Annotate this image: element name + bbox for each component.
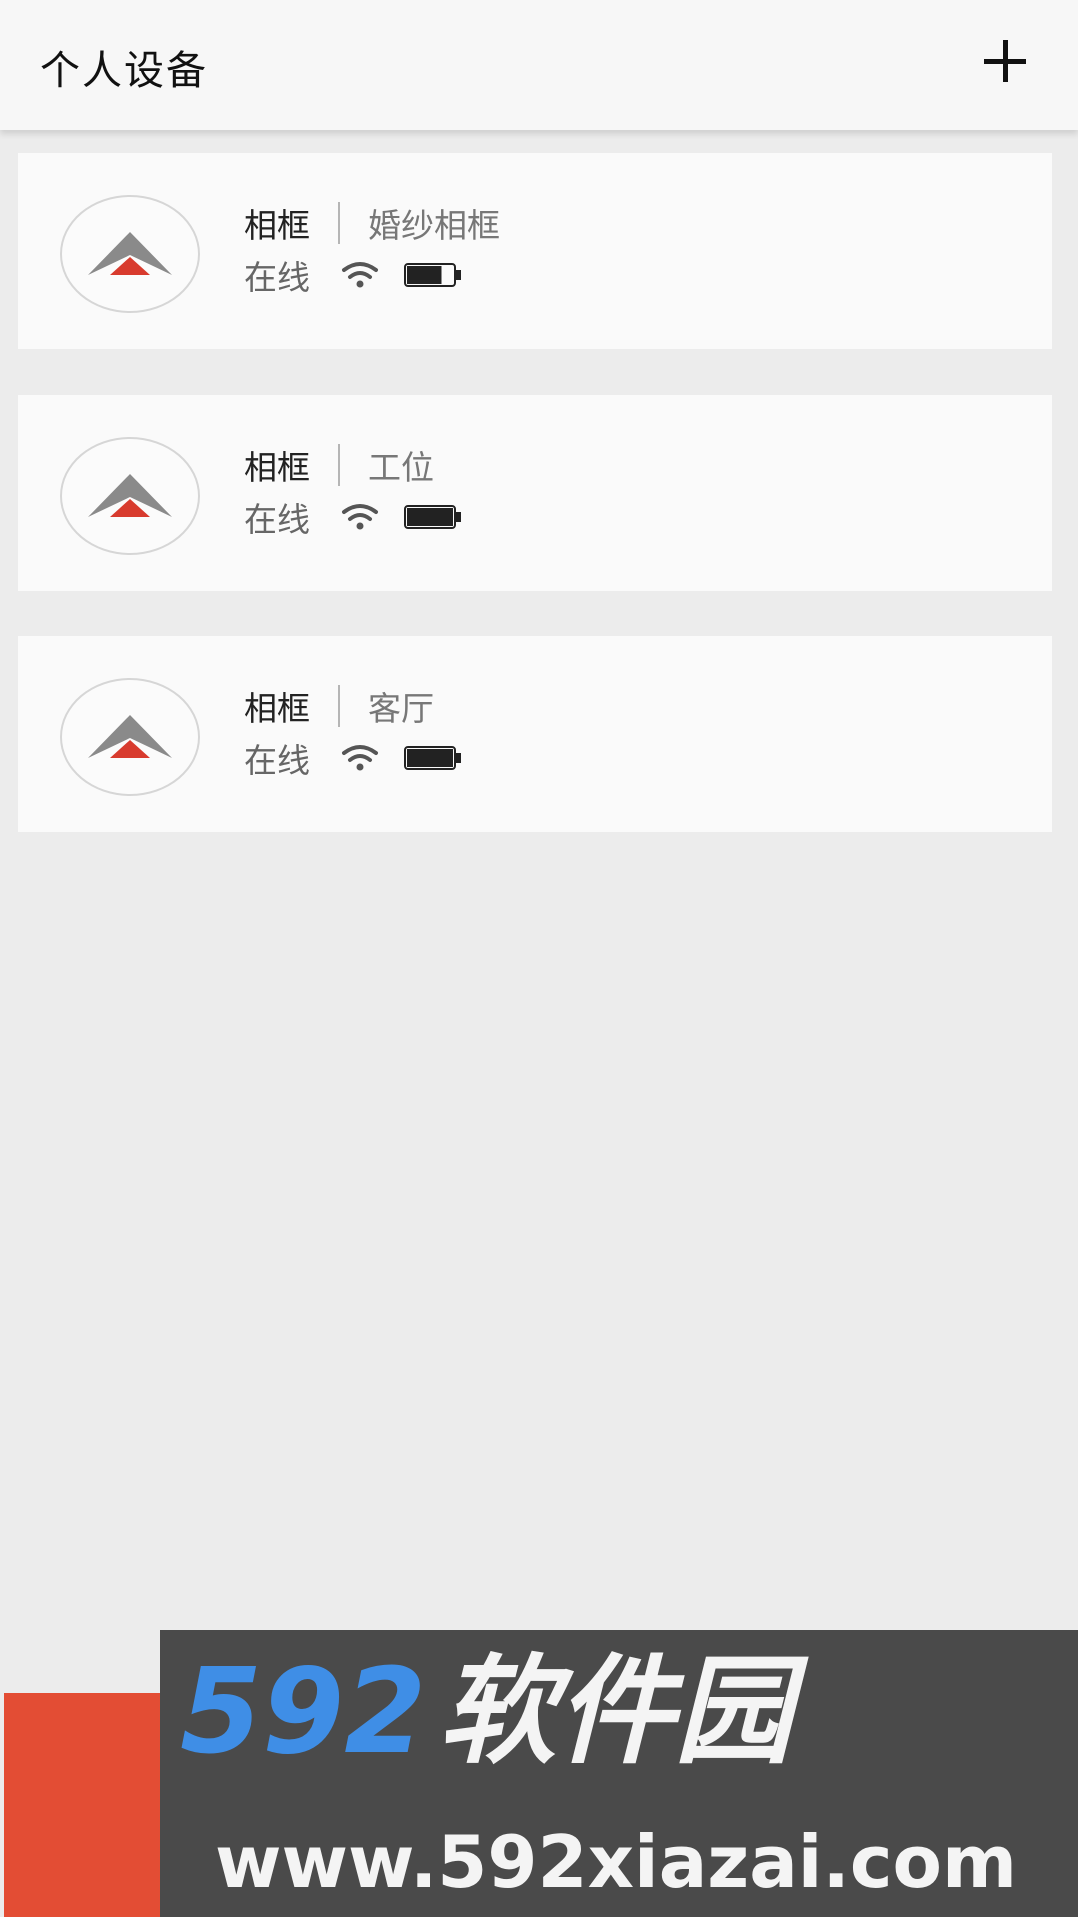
frame-logo-icon (88, 474, 172, 517)
device-title-row: 相框 婚纱相框 (244, 201, 500, 245)
title-divider (338, 685, 340, 727)
page-title: 个人设备 (40, 48, 208, 94)
frame-logo-icon (88, 232, 172, 275)
wifi-icon (342, 745, 378, 771)
device-status: 在线 (244, 258, 310, 297)
device-card[interactable]: 相框 客厅 在线 (18, 636, 1052, 832)
device-name: 婚纱相框 (368, 206, 500, 245)
device-status-row: 在线 (244, 495, 462, 539)
device-card[interactable]: 相框 工位 在线 (18, 395, 1052, 591)
device-status: 在线 (244, 500, 310, 539)
bottom-red-strip (4, 1693, 164, 1917)
device-status: 在线 (244, 741, 310, 780)
title-divider (338, 202, 340, 244)
device-title-row: 相框 工位 (244, 443, 434, 487)
wifi-icon (342, 504, 378, 530)
title-divider (338, 444, 340, 486)
watermark-logo: 592 软件园 (180, 1652, 792, 1770)
device-status-row: 在线 (244, 736, 462, 780)
wifi-icon (342, 262, 378, 288)
device-type: 相框 (244, 206, 310, 245)
watermark-brand: 软件园 (438, 1642, 793, 1780)
battery-icon (404, 746, 461, 770)
watermark-number: 592 (180, 1642, 427, 1780)
watermark-banner: 592 软件园 www.592xiazai.com (160, 1630, 1078, 1917)
device-type: 相框 (244, 448, 310, 487)
add-device-button[interactable] (980, 36, 1030, 86)
device-name: 客厅 (368, 689, 434, 728)
device-title-row: 相框 客厅 (244, 684, 434, 728)
device-status-row: 在线 (244, 253, 462, 297)
watermark-url: www.592xiazai.com (215, 1820, 1017, 1904)
frame-logo-icon (88, 715, 172, 758)
device-avatar (60, 437, 200, 555)
battery-icon (404, 263, 461, 287)
battery-icon (404, 505, 461, 529)
device-name: 工位 (368, 448, 434, 487)
device-type: 相框 (244, 689, 310, 728)
device-avatar (60, 678, 200, 796)
app-header: 个人设备 (0, 0, 1078, 130)
device-card[interactable]: 相框 婚纱相框 在线 (18, 153, 1052, 349)
device-avatar (60, 195, 200, 313)
